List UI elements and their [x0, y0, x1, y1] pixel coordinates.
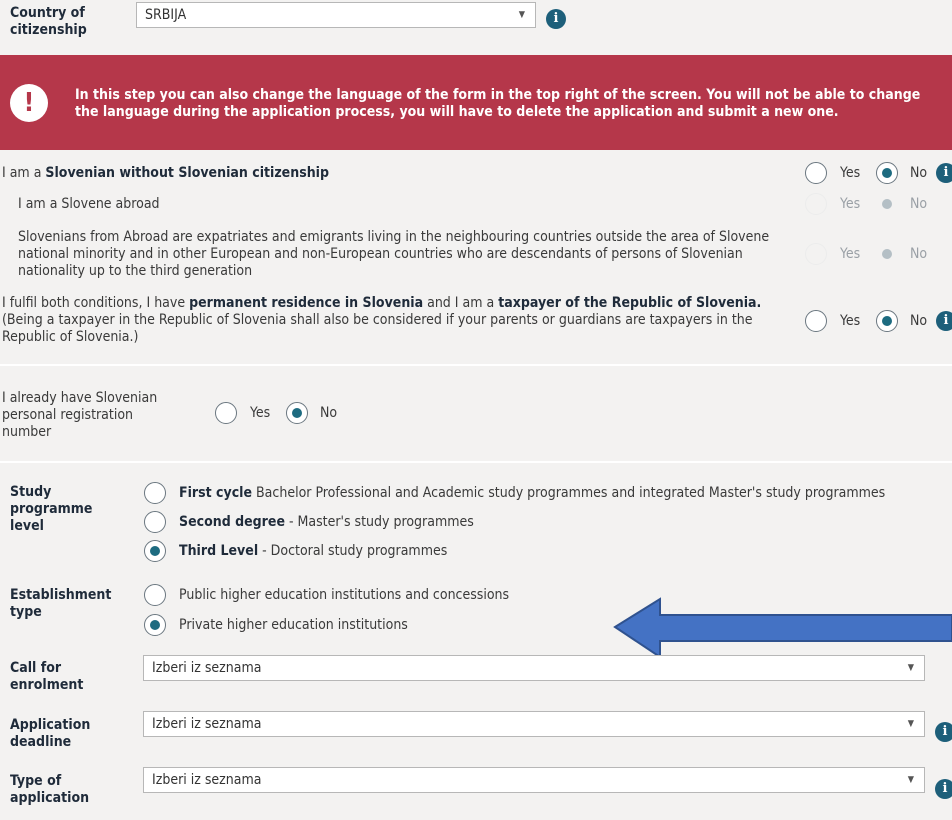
slovene-abroad-yes-radio[interactable]	[805, 193, 827, 215]
exclamation-icon: !	[10, 84, 48, 122]
section-divider	[0, 364, 952, 366]
application-deadline-value: Izberi iz seznama	[152, 716, 262, 732]
country-select[interactable]: SRBIJA ▼	[136, 2, 536, 28]
slovene-abroad-no-radio[interactable]	[876, 193, 898, 215]
language-alert: ! In this step you can also change the l…	[0, 55, 952, 150]
label-bold: Slovenian without Slovenian citizenship	[45, 165, 329, 181]
slovene-abroad-label: I am a Slovene abroad	[18, 196, 160, 212]
study-level-first-cycle-radio[interactable]	[144, 482, 166, 504]
type-of-application-select[interactable]: Izberi iz seznama ▼	[143, 767, 925, 793]
option-bold: Second degree	[179, 514, 285, 530]
no-label: No	[320, 405, 338, 421]
conditions-bold-taxpayer: taxpayer of the Republic of Slovenia.	[498, 295, 762, 311]
study-level-label: Study programme level	[10, 484, 93, 534]
alert-text: In this step you can also change the lan…	[75, 87, 921, 120]
type-of-application-label: Type of application	[10, 773, 90, 806]
option-bold: Third Level	[179, 543, 259, 559]
registration-no-radio[interactable]	[286, 402, 308, 424]
conditions-bold-residence: permanent residence in Slovenia	[189, 295, 424, 311]
conditions-note: (Being a taxpayer in the Republic of Slo…	[2, 312, 753, 345]
section-divider	[0, 461, 952, 463]
info-icon[interactable]: i	[935, 722, 952, 742]
slovenian-without-citizenship-label: I am a Slovenian without Slovenian citiz…	[2, 165, 329, 182]
conditions-yes-radio[interactable]	[805, 310, 827, 332]
yes-label: Yes	[840, 246, 861, 262]
study-level-second-degree-label: Second degree - Master's study programme…	[179, 514, 474, 531]
slovenian-without-citizenship-yes-radio[interactable]	[805, 162, 827, 184]
option-rest: Bachelor Professional and Academic study…	[252, 485, 886, 501]
info-icon[interactable]: i	[936, 311, 952, 331]
info-icon[interactable]: i	[936, 163, 952, 183]
slovenians-from-abroad-yes-radio[interactable]	[805, 243, 827, 265]
study-level-third-level-radio[interactable]	[144, 540, 166, 562]
country-select-value: SRBIJA	[145, 7, 187, 23]
no-label: No	[910, 313, 928, 329]
slovenians-from-abroad-label: Slovenians from Abroad are expatriates a…	[18, 229, 770, 279]
type-of-application-value: Izberi iz seznama	[152, 772, 262, 788]
no-label: No	[910, 246, 928, 262]
application-deadline-label: Application deadline	[10, 717, 91, 750]
establishment-public-label: Public higher education institutions and…	[179, 587, 510, 603]
conditions-pre: I fulfil both conditions, I have	[2, 295, 190, 311]
chevron-down-icon: ▼	[518, 10, 525, 20]
info-icon[interactable]: i	[935, 779, 952, 799]
option-bold: First cycle	[179, 485, 253, 501]
slovenians-from-abroad-no-radio[interactable]	[876, 243, 898, 265]
chevron-down-icon: ▼	[907, 719, 914, 729]
establishment-private-radio[interactable]	[144, 614, 166, 636]
establishment-type-label: Establishment type	[10, 587, 112, 620]
option-rest: - Master's study programmes	[284, 514, 474, 530]
info-icon[interactable]: i	[546, 9, 566, 29]
slovenian-without-citizenship-no-radio[interactable]	[876, 162, 898, 184]
yes-label: Yes	[840, 313, 861, 329]
study-level-first-cycle-label: First cycle Bachelor Professional and Ac…	[179, 485, 885, 502]
establishment-public-radio[interactable]	[144, 584, 166, 606]
chevron-down-icon: ▼	[907, 663, 914, 673]
call-for-enrolment-value: Izberi iz seznama	[152, 660, 262, 676]
establishment-private-label: Private higher education institutions	[179, 617, 408, 633]
call-for-enrolment-select[interactable]: Izberi iz seznama ▼	[143, 655, 925, 681]
study-level-third-level-label: Third Level - Doctoral study programmes	[179, 543, 447, 560]
conditions-mid: and I am a	[423, 295, 499, 311]
yes-label: Yes	[250, 405, 271, 421]
conditions-no-radio[interactable]	[876, 310, 898, 332]
label-prefix: I am a	[2, 165, 46, 181]
no-label: No	[910, 196, 928, 212]
conditions-label: I fulfil both conditions, I have permane…	[2, 295, 792, 346]
country-label: Country of citizenship	[10, 5, 87, 38]
registration-yes-radio[interactable]	[215, 402, 237, 424]
chevron-down-icon: ▼	[907, 775, 914, 785]
study-level-second-degree-radio[interactable]	[144, 511, 166, 533]
registration-label: I already have Slovenian personal regist…	[2, 390, 158, 440]
application-deadline-select[interactable]: Izberi iz seznama ▼	[143, 711, 925, 737]
yes-label: Yes	[840, 196, 861, 212]
option-rest: - Doctoral study programmes	[258, 543, 448, 559]
call-for-enrolment-label: Call for enrolment	[10, 660, 84, 693]
yes-label: Yes	[840, 165, 861, 181]
no-label: No	[910, 165, 928, 181]
